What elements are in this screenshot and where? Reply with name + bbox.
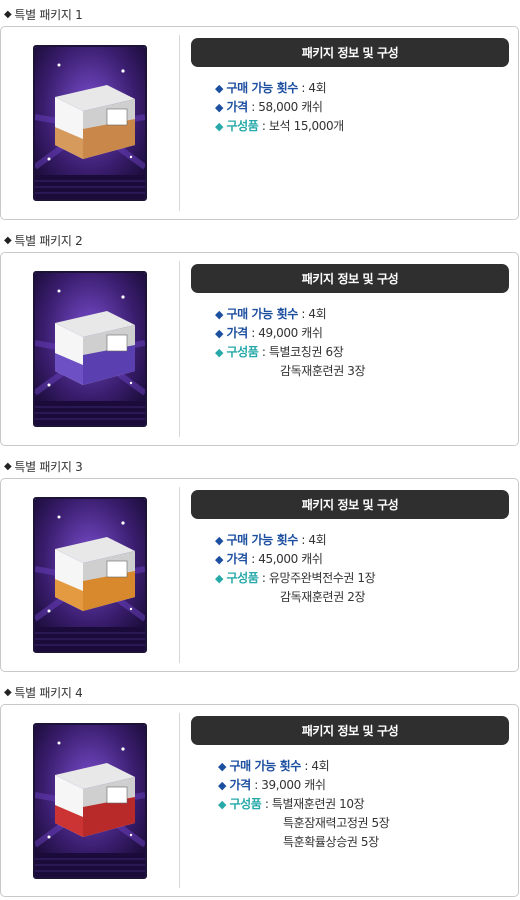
diamond-bullet-icon: ◆ bbox=[215, 82, 224, 95]
purchase-count-value: 4회 bbox=[308, 533, 327, 547]
purchase-count-row: ◆ 구매 가능 횟수 : 4회 bbox=[218, 759, 330, 773]
package-section-3: ◆ 특별 패키지 3 패키지 정보 및 구성 ◆ 구매 가능 횟수: 4회 ◆… bbox=[0, 458, 520, 674]
package-panel: 패키지 정보 및 구성 ◆ 구매 가능 횟수 : 4회 ◆ 가격 : 45,00… bbox=[0, 478, 519, 672]
diamond-bullet-icon: ◆ bbox=[4, 8, 12, 20]
diamond-bullet-icon: ◆ bbox=[4, 686, 12, 698]
package-title: 특별 패키지 3 bbox=[14, 459, 83, 474]
component-item: 특별재훈련권 10장 bbox=[271, 797, 365, 811]
price-row: ◆ 가격 : 39,000 캐쉬 bbox=[218, 778, 326, 792]
components-label: 구성품 bbox=[226, 119, 259, 133]
diamond-bullet-icon: ◆ bbox=[215, 553, 224, 566]
component-item: 보석 15,000개 bbox=[268, 119, 344, 133]
package-title: 특별 패키지 2 bbox=[14, 233, 83, 248]
price-label: 가격 bbox=[226, 552, 248, 566]
package-card-image bbox=[33, 497, 147, 653]
purchase-count-value: 4회 bbox=[308, 81, 327, 95]
price-value: 39,000 캐쉬 bbox=[261, 778, 326, 792]
package-panel: 패키지 정보 및 구성 ◆ 구매 가능 횟수 : 4회 ◆ 가격 : 49,00… bbox=[0, 252, 519, 446]
package-section-4: ◆ 특별 패키지 4 패키지 정보 및 구성 ◆ 구매 가능 횟수: 4회 ◆… bbox=[0, 684, 520, 898]
package-panel: 패키지 정보 및 구성 ◆ 구매 가능 횟수 : 4회 ◆ 가격 : 39,00… bbox=[0, 704, 519, 897]
package-info-header: 패키지 정보 및 구성 bbox=[191, 264, 509, 293]
component-item: 특훈확률상승권 5장 bbox=[283, 835, 379, 849]
package-info-list: ◆ 구매 가능 횟수 : 4회 ◆ 가격 : 49,000 캐쉬 ◆ 구성품 :… bbox=[215, 305, 366, 381]
package-section-1: ◆ 특별 패키지 1 패키지 정보 및 구성 ◆ 구매 가능 횟수: 4회 ◆… bbox=[0, 6, 520, 222]
price-label: 가격 bbox=[226, 326, 248, 340]
price-value: 58,000 캐쉬 bbox=[258, 100, 323, 114]
components-label: 구성품 bbox=[226, 345, 259, 359]
package-panel: 패키지 정보 및 구성 ◆ 구매 가능 횟수 : 4회 ◆ 가격 : 58,00… bbox=[0, 26, 519, 220]
section-title: ◆ 특별 패키지 4 bbox=[4, 684, 83, 700]
purchase-count-value: 4회 bbox=[308, 307, 327, 321]
panel-divider bbox=[179, 261, 180, 437]
diamond-bullet-icon: ◆ bbox=[215, 534, 224, 547]
package-info-list: ◆ 구매 가능 횟수 : 4회 ◆ 가격 : 58,000 캐쉬 ◆ 구성품 :… bbox=[215, 79, 344, 136]
section-title: ◆ 특별 패키지 1 bbox=[4, 6, 83, 22]
components-row: ◆ 구성품 : 유망주완벽전수권 1장 bbox=[215, 571, 376, 585]
price-row: ◆ 가격 : 45,000 캐쉬 bbox=[215, 552, 323, 566]
price-row: ◆ 가격 : 49,000 캐쉬 bbox=[215, 326, 323, 340]
panel-divider bbox=[179, 713, 180, 888]
package-info-list: ◆ 구매 가능 횟수 : 4회 ◆ 가격 : 39,000 캐쉬 ◆ 구성품 :… bbox=[218, 757, 390, 852]
package-card-image bbox=[33, 45, 147, 201]
component-item: 감독재훈련권 3장 bbox=[280, 364, 366, 378]
diamond-bullet-icon: ◆ bbox=[4, 460, 12, 472]
components-row: ◆ 구성품 : 특별재훈련권 10장 bbox=[218, 797, 365, 811]
components-label: 구성품 bbox=[226, 571, 259, 585]
diamond-bullet-icon: ◆ bbox=[218, 798, 227, 811]
panel-divider bbox=[179, 487, 180, 663]
diamond-bullet-icon: ◆ bbox=[4, 234, 12, 246]
diamond-bullet-icon: ◆ bbox=[215, 308, 224, 321]
components-row: ◆ 구성품 : 보석 15,000개 bbox=[215, 119, 344, 133]
component-item: 특별코칭권 6장 bbox=[268, 345, 344, 359]
component-item: 특훈잠재력고정권 5장 bbox=[283, 816, 390, 830]
price-value: 45,000 캐쉬 bbox=[258, 552, 323, 566]
package-info-header: 패키지 정보 및 구성 bbox=[191, 38, 509, 67]
section-title: ◆ 특별 패키지 2 bbox=[4, 232, 83, 248]
diamond-bullet-icon: ◆ bbox=[215, 120, 224, 133]
purchase-count-label: 구매 가능 횟수 bbox=[229, 759, 301, 773]
purchase-count-label: 구매 가능 횟수 bbox=[226, 307, 298, 321]
package-card-image bbox=[33, 723, 147, 879]
diamond-bullet-icon: ◆ bbox=[218, 760, 227, 773]
package-info-list: ◆ 구매 가능 횟수 : 4회 ◆ 가격 : 45,000 캐쉬 ◆ 구성품 :… bbox=[215, 531, 376, 607]
components-label: 구성품 bbox=[229, 797, 262, 811]
diamond-bullet-icon: ◆ bbox=[215, 101, 224, 114]
price-label: 가격 bbox=[226, 100, 248, 114]
package-title: 특별 패키지 4 bbox=[14, 685, 83, 700]
purchase-count-row: ◆ 구매 가능 횟수 : 4회 bbox=[215, 81, 327, 95]
component-item: 유망주완벽전수권 1장 bbox=[268, 571, 376, 585]
package-info-header: 패키지 정보 및 구성 bbox=[191, 716, 509, 745]
diamond-bullet-icon: ◆ bbox=[215, 327, 224, 340]
purchase-count-label: 구매 가능 횟수 bbox=[226, 533, 298, 547]
components-row: ◆ 구성품 : 특별코칭권 6장 bbox=[215, 345, 344, 359]
diamond-bullet-icon: ◆ bbox=[215, 572, 224, 585]
price-row: ◆ 가격 : 58,000 캐쉬 bbox=[215, 100, 323, 114]
section-title: ◆ 특별 패키지 3 bbox=[4, 458, 83, 474]
package-section-2: ◆ 특별 패키지 2 패키지 정보 및 구성 ◆ 구매 가능 횟수: 4회 ◆… bbox=[0, 232, 520, 448]
package-card-image bbox=[33, 271, 147, 427]
purchase-count-row: ◆ 구매 가능 횟수 : 4회 bbox=[215, 533, 327, 547]
package-title: 특별 패키지 1 bbox=[14, 7, 83, 22]
panel-divider bbox=[179, 35, 180, 211]
package-info-header: 패키지 정보 및 구성 bbox=[191, 490, 509, 519]
purchase-count-label: 구매 가능 횟수 bbox=[226, 81, 298, 95]
diamond-bullet-icon: ◆ bbox=[215, 346, 224, 359]
purchase-count-value: 4회 bbox=[311, 759, 330, 773]
component-item: 감독재훈련권 2장 bbox=[280, 590, 366, 604]
price-value: 49,000 캐쉬 bbox=[258, 326, 323, 340]
purchase-count-row: ◆ 구매 가능 횟수 : 4회 bbox=[215, 307, 327, 321]
diamond-bullet-icon: ◆ bbox=[218, 779, 227, 792]
price-label: 가격 bbox=[229, 778, 251, 792]
